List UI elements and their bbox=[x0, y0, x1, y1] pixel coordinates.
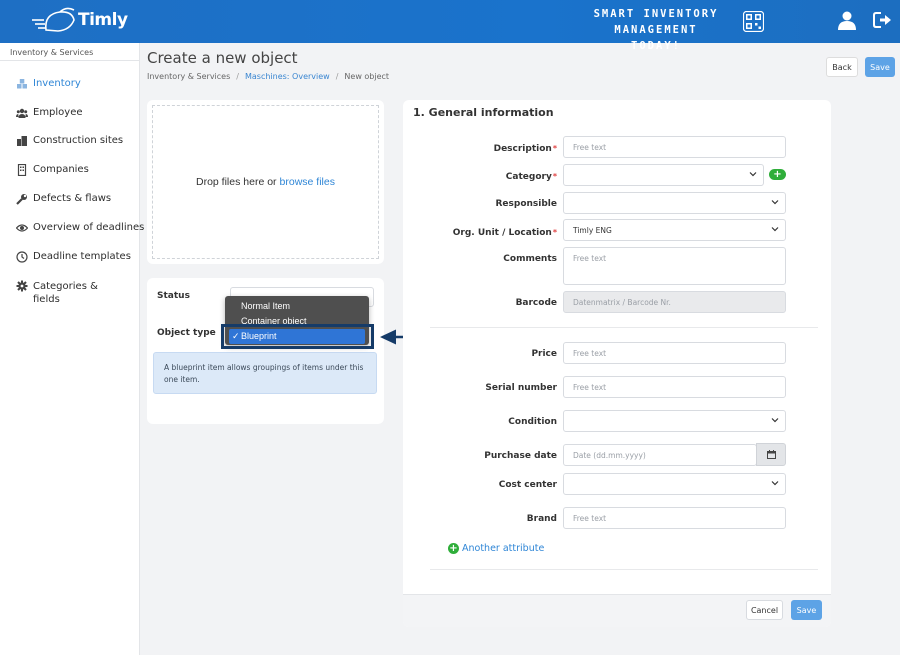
sidebar-item-label: Defects & flaws bbox=[33, 193, 112, 204]
calendar-button[interactable] bbox=[756, 443, 786, 466]
serial-number-label: Serial number bbox=[485, 383, 557, 393]
cubes-icon bbox=[17, 79, 27, 89]
breadcrumb-current: New object bbox=[344, 72, 390, 81]
calendar-icon bbox=[767, 450, 776, 459]
menu-option-normal-item[interactable]: Normal Item bbox=[241, 301, 290, 311]
sidebar-item-categories-fields[interactable]: Categories & fields bbox=[16, 280, 126, 306]
page-title: Create a new object bbox=[147, 49, 298, 67]
responsible-select[interactable] bbox=[563, 192, 786, 214]
logout-icon[interactable] bbox=[873, 11, 893, 29]
plus-circle-icon: + bbox=[448, 543, 459, 554]
comments-textarea[interactable]: Free text bbox=[563, 247, 786, 285]
category-label: Category* bbox=[505, 172, 557, 182]
save-button[interactable]: Save bbox=[865, 57, 895, 77]
sidebar-item-label: Companies bbox=[33, 164, 89, 175]
object-type-label: Object type bbox=[157, 328, 216, 338]
slogan: SMART INVENTORY MANAGEMENT TODAY! bbox=[586, 6, 726, 54]
serial-number-input[interactable]: Free text bbox=[563, 376, 786, 398]
condition-select[interactable] bbox=[563, 410, 786, 432]
users-icon bbox=[16, 108, 28, 118]
cost-center-label: Cost center bbox=[498, 480, 557, 490]
top-header: Timly SMART INVENTORY MANAGEMENT TODAY! bbox=[0, 0, 900, 52]
clock-icon bbox=[16, 251, 28, 263]
sidebar-item-defects[interactable]: Defects & flaws bbox=[16, 193, 111, 205]
org-unit-value: Timly ENG bbox=[573, 226, 612, 235]
chevron-down-icon bbox=[771, 200, 779, 205]
section-divider bbox=[430, 327, 818, 328]
upload-card: Drop files here or browse files bbox=[147, 100, 384, 264]
cost-center-select[interactable] bbox=[563, 473, 786, 495]
gear-icon bbox=[16, 280, 28, 292]
file-dropzone[interactable]: Drop files here or browse files bbox=[152, 105, 379, 259]
sidebar-item-label: Categories & fields bbox=[33, 281, 98, 305]
brand-label: Brand bbox=[526, 514, 557, 524]
back-button[interactable]: Back bbox=[826, 57, 858, 77]
chevron-down-icon bbox=[771, 227, 779, 232]
breadcrumb-item[interactable]: Maschines: Overview bbox=[245, 72, 330, 81]
sidebar-item-label: Deadline templates bbox=[33, 251, 131, 262]
eye-icon bbox=[16, 224, 28, 232]
org-unit-label: Org. Unit / Location* bbox=[452, 228, 557, 238]
sidebar-item-deadline-templates[interactable]: Deadline templates bbox=[16, 251, 131, 263]
barcode-input: Datenmatrix / Barcode Nr. bbox=[563, 291, 786, 313]
another-attribute-button[interactable]: + Another attribute bbox=[448, 543, 544, 554]
breadcrumb: Inventory & Services / Maschines: Overview… bbox=[147, 72, 390, 81]
chevron-down-icon bbox=[771, 481, 779, 486]
sidebar-item-label: Overview of deadlines bbox=[33, 222, 145, 233]
comments-label: Comments bbox=[503, 254, 557, 264]
description-label: Description* bbox=[493, 144, 557, 154]
section-title: 1. General information bbox=[413, 106, 554, 119]
sidebar-item-inventory[interactable]: Inventory bbox=[16, 78, 81, 90]
save-button[interactable]: Save bbox=[791, 600, 822, 620]
chevron-down-icon bbox=[749, 172, 757, 177]
sidebar-section-title: Inventory & Services bbox=[0, 43, 139, 61]
add-category-button[interactable]: + bbox=[769, 169, 786, 180]
sidebar-item-label: Construction sites bbox=[33, 135, 124, 146]
responsible-label: Responsible bbox=[495, 199, 558, 209]
sidebar-item-construction-sites[interactable]: Construction sites bbox=[16, 135, 123, 147]
price-label: Price bbox=[531, 349, 557, 359]
sidebar-item-deadlines-overview[interactable]: Overview of deadlines bbox=[16, 222, 144, 234]
sidebar-item-employee[interactable]: Employee bbox=[16, 107, 83, 119]
user-icon[interactable] bbox=[837, 10, 857, 30]
purchase-date-label: Purchase date bbox=[484, 451, 557, 461]
section-divider bbox=[430, 569, 818, 570]
sidebar-item-label: Inventory bbox=[33, 78, 81, 89]
browse-files-link[interactable]: browse files bbox=[280, 176, 335, 188]
wrench-icon bbox=[16, 194, 27, 205]
barcode-label: Barcode bbox=[515, 298, 557, 308]
brand-input[interactable]: Free text bbox=[563, 507, 786, 529]
chevron-down-icon bbox=[771, 418, 779, 423]
qr-code-icon[interactable] bbox=[743, 11, 764, 32]
sidebar-item-companies[interactable]: Companies bbox=[16, 164, 89, 176]
condition-label: Condition bbox=[508, 417, 557, 427]
buildings-icon bbox=[17, 136, 27, 146]
breadcrumb-item[interactable]: Inventory & Services bbox=[147, 72, 230, 81]
building-icon bbox=[17, 164, 27, 176]
brand-name[interactable]: Timly bbox=[78, 10, 128, 30]
category-select[interactable] bbox=[563, 164, 764, 186]
slogan-line-1: SMART INVENTORY bbox=[593, 8, 719, 20]
highlight-frame bbox=[221, 324, 374, 349]
sidebar-item-label: Employee bbox=[33, 107, 83, 118]
slogan-line-2: MANAGEMENT TODAY! bbox=[614, 24, 698, 52]
description-input[interactable]: Free text bbox=[563, 136, 786, 158]
price-input[interactable]: Free text bbox=[563, 342, 786, 364]
status-label: Status bbox=[157, 291, 190, 301]
cancel-button[interactable]: Cancel bbox=[746, 600, 783, 620]
dropzone-text: Drop files here or bbox=[196, 176, 277, 188]
purchase-date-input[interactable]: Date (dd.mm.yyyy) bbox=[563, 444, 757, 466]
org-unit-select[interactable]: Timly ENG bbox=[563, 219, 786, 241]
object-type-info: A blueprint item allows groupings of ite… bbox=[153, 352, 377, 394]
another-attribute-label: Another attribute bbox=[462, 543, 545, 554]
